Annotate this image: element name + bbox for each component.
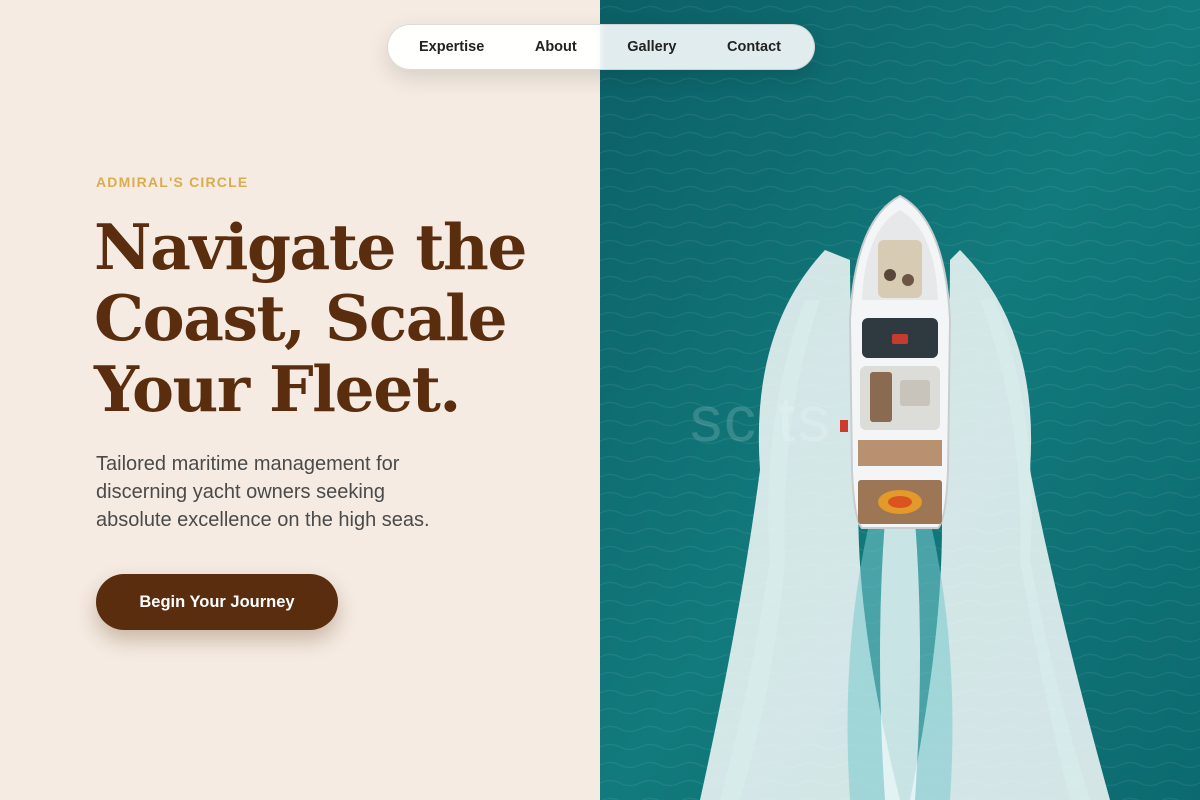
subtext-line: discerning yacht owners seeking — [96, 481, 386, 503]
image-watermark: sc ts — [690, 383, 832, 455]
nav-link-gallery[interactable]: Gallery — [627, 39, 676, 55]
headline-line: Your Fleet. — [94, 352, 461, 426]
nav-link-about[interactable]: About — [535, 39, 577, 55]
top-navigation: Expertise About Gallery Contact — [387, 24, 815, 70]
subtext-line: Tailored maritime management for — [96, 453, 400, 475]
nav-link-contact[interactable]: Contact — [727, 39, 781, 55]
nav-link-expertise[interactable]: Expertise — [419, 39, 484, 55]
headline-line: Navigate the — [94, 210, 527, 284]
hero-subtext: Tailored maritime management for discern… — [96, 450, 496, 534]
hero-eyebrow: ADMIRAL'S CIRCLE — [96, 174, 249, 190]
headline-line: Coast, Scale — [94, 281, 508, 355]
subtext-line: absolute excellence on the high seas. — [96, 509, 430, 531]
hero-headline: Navigate the Coast, Scale Your Fleet. — [94, 212, 574, 425]
begin-journey-button[interactable]: Begin Your Journey — [96, 574, 338, 630]
